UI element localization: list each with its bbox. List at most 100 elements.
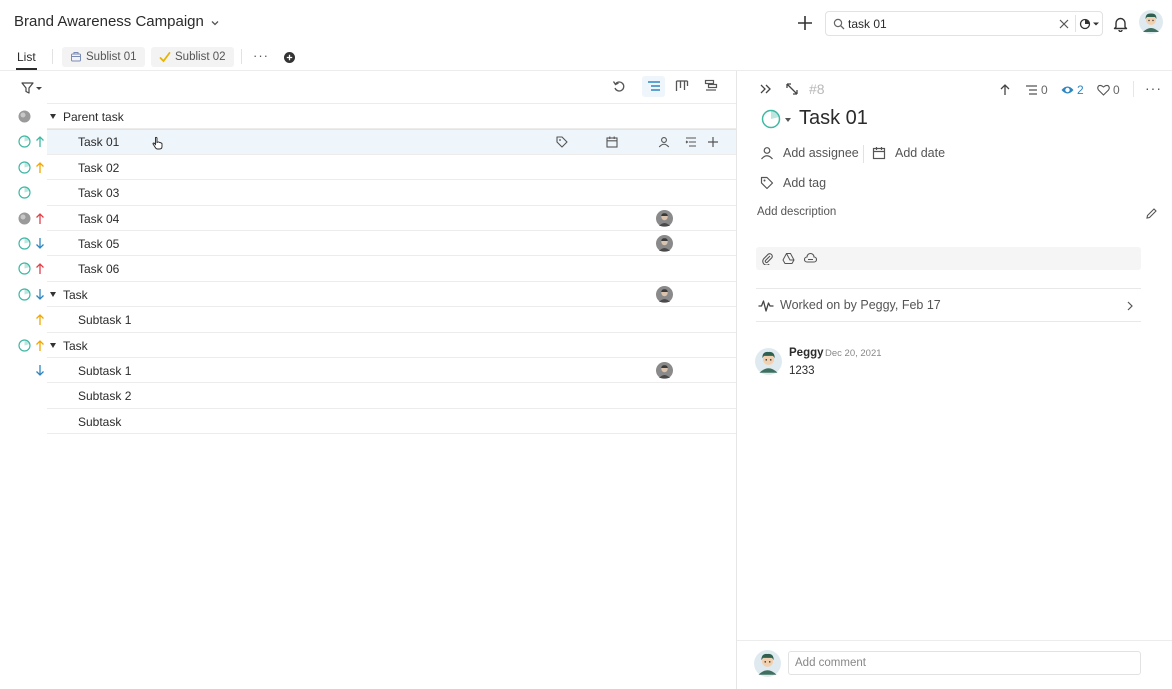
row-calendar-icon[interactable]	[606, 136, 618, 148]
task-name[interactable]: Task	[63, 339, 88, 353]
status-caret-icon[interactable]	[785, 118, 791, 122]
search-icon	[833, 18, 845, 30]
task-name[interactable]: Task	[63, 288, 88, 302]
comment-input[interactable]	[788, 651, 1141, 675]
status-open-icon[interactable]	[18, 237, 31, 250]
task-name[interactable]: Task 01	[78, 135, 119, 149]
assignee-avatar[interactable]	[656, 209, 673, 227]
paperclip-icon[interactable]	[761, 252, 774, 265]
search-separator	[1075, 15, 1076, 32]
like-counter[interactable]: 0	[1097, 83, 1120, 97]
search-scope-dropdown-icon[interactable]	[1079, 17, 1101, 31]
add-assignee-button[interactable]: Add assignee	[760, 146, 859, 160]
task-name[interactable]: Task 06	[78, 262, 119, 276]
timeline-view-icon[interactable]	[704, 79, 718, 93]
task-status-icon[interactable]	[761, 109, 781, 129]
tab-list[interactable]: List	[17, 50, 36, 64]
status-done-icon[interactable]	[18, 212, 31, 225]
task-row[interactable]: Subtask 1	[0, 307, 737, 333]
expand-caret-icon[interactable]	[50, 114, 56, 119]
task-row[interactable]: Task 05	[0, 231, 737, 257]
priority-low-arrow-icon[interactable]	[35, 288, 45, 301]
task-name[interactable]: Task 05	[78, 237, 119, 251]
new-task-plus-icon[interactable]	[796, 14, 814, 32]
add-description-button[interactable]: Add description	[757, 206, 836, 218]
row-subtask-icon[interactable]	[685, 136, 697, 148]
attachment-bar	[756, 247, 1141, 270]
collapse-panel-icon[interactable]	[759, 82, 773, 96]
priority-urgent-arrow-icon[interactable]	[35, 262, 45, 275]
task-name[interactable]: Subtask 1	[78, 313, 131, 327]
task-row[interactable]: Task 06	[0, 256, 737, 282]
task-row[interactable]: Task	[0, 333, 737, 358]
user-avatar[interactable]	[1139, 10, 1163, 34]
expand-fullscreen-icon[interactable]	[785, 82, 799, 96]
add-date-button[interactable]: Add date	[872, 146, 945, 160]
undo-icon[interactable]	[612, 79, 626, 93]
row-add-icon[interactable]	[707, 136, 719, 148]
status-open-icon[interactable]	[18, 135, 31, 148]
priority-medium-arrow-icon[interactable]	[35, 339, 45, 352]
task-name[interactable]: Subtask 1	[78, 364, 131, 378]
status-open-icon[interactable]	[18, 288, 31, 301]
task-name[interactable]: Task 03	[78, 186, 119, 200]
task-row[interactable]: Subtask	[0, 409, 737, 435]
assignee-avatar[interactable]	[656, 285, 673, 303]
row-tag-icon[interactable]	[556, 136, 568, 148]
task-row[interactable]: Task 01	[0, 129, 737, 155]
assignee-avatar[interactable]	[656, 361, 673, 379]
search-input[interactable]	[848, 15, 1048, 32]
add-assignee-label: Add assignee	[783, 146, 859, 160]
row-assignee-icon[interactable]	[658, 136, 670, 148]
row-divider	[47, 433, 737, 435]
task-row[interactable]: Parent task	[0, 104, 737, 130]
edit-pencil-icon[interactable]	[1145, 207, 1158, 220]
task-name[interactable]: Task 02	[78, 161, 119, 175]
more-tabs-button[interactable]: ···	[253, 48, 269, 63]
priority-medium-arrow-icon[interactable]	[35, 161, 45, 174]
notification-bell-icon[interactable]	[1113, 16, 1128, 32]
task-name[interactable]: Parent task	[63, 110, 124, 124]
tab-sublist-01[interactable]: Sublist 01	[62, 47, 145, 67]
task-name[interactable]: Task 04	[78, 212, 119, 226]
add-view-icon[interactable]	[284, 52, 295, 63]
priority-high-arrow-icon[interactable]	[35, 135, 45, 148]
priority-low-arrow-icon[interactable]	[35, 364, 45, 377]
task-row[interactable]: Task 02	[0, 155, 737, 181]
expand-caret-icon[interactable]	[50, 342, 56, 348]
more-options-button[interactable]: ···	[1145, 80, 1162, 96]
status-done-icon[interactable]	[18, 110, 31, 123]
subtask-counter[interactable]: 0	[1025, 83, 1048, 97]
status-open-icon[interactable]	[18, 161, 31, 174]
task-row[interactable]: Task 04	[0, 206, 737, 231]
clear-search-icon[interactable]	[1058, 18, 1070, 30]
assignee-avatar[interactable]	[656, 234, 673, 252]
board-view-icon[interactable]	[675, 79, 689, 93]
status-open-icon[interactable]	[18, 262, 31, 275]
person-icon	[761, 147, 773, 160]
priority-medium-arrow-icon[interactable]	[35, 313, 45, 326]
task-row[interactable]: Subtask 2	[0, 383, 737, 409]
filter-icon[interactable]	[21, 82, 43, 94]
priority-urgent-arrow-icon[interactable]	[35, 212, 45, 225]
task-name[interactable]: Subtask 2	[78, 389, 131, 403]
list-view-icon[interactable]	[647, 79, 661, 93]
priority-low-arrow-icon[interactable]	[35, 237, 45, 250]
status-open-icon[interactable]	[18, 186, 31, 199]
add-tag-button[interactable]: Add tag	[760, 176, 826, 190]
task-row[interactable]: Subtask 1	[0, 358, 737, 384]
status-open-icon[interactable]	[18, 338, 31, 352]
arrow-up-icon[interactable]	[998, 83, 1012, 97]
cloud-storage-icon[interactable]	[804, 252, 817, 265]
task-row[interactable]: Task	[0, 282, 737, 308]
google-drive-icon[interactable]	[782, 252, 795, 265]
project-title-dropdown[interactable]: Brand Awareness Campaign	[14, 13, 220, 30]
tab-sublist-02[interactable]: Sublist 02	[151, 47, 234, 67]
task-detail-panel: #8 0 2 0 ··· Task 01 Add assignee Add da…	[737, 71, 1172, 689]
watcher-counter[interactable]: 2	[1061, 83, 1084, 97]
task-title[interactable]: Task 01	[799, 107, 868, 130]
task-name[interactable]: Subtask	[78, 415, 121, 429]
expand-caret-icon[interactable]	[50, 291, 56, 297]
task-row[interactable]: Task 03	[0, 180, 737, 206]
activity-summary[interactable]: Worked on by Peggy, Feb 17	[756, 288, 1141, 322]
